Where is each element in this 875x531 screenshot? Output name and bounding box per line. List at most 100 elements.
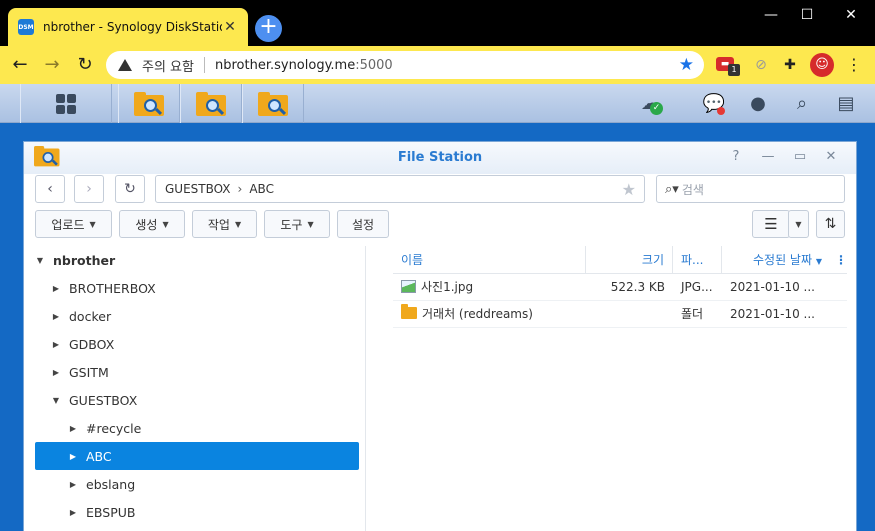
search-icon: ⌕▾	[665, 181, 679, 197]
notification-chat-icon[interactable]: 💬	[702, 92, 726, 116]
puzzle-icon[interactable]: ✚	[779, 54, 801, 76]
file-station-window: File Station ? — ▭ ✕ ‹ › ↻ GUESTBOX › AB…	[23, 141, 857, 531]
profile-avatar[interactable]: ☺	[810, 53, 834, 77]
image-file-icon	[401, 280, 416, 293]
search-placeholder: 검색	[681, 182, 704, 197]
list-header: 이름 크기 파... 수정된 날짜 ▼ ⋮	[393, 246, 847, 274]
tree-label: ABC	[86, 448, 112, 464]
sort-icon: ⇅	[824, 216, 837, 232]
minimize-window-icon[interactable]: —	[756, 4, 786, 26]
column-header-type[interactable]: 파...	[673, 246, 722, 274]
collapsed-arrow-icon[interactable]: ▶	[51, 284, 61, 293]
column-options-icon[interactable]: ⋮	[830, 246, 847, 274]
main-menu-button[interactable]	[20, 84, 112, 123]
collapsed-arrow-icon[interactable]: ▶	[68, 508, 78, 517]
notification-dot	[717, 107, 725, 115]
settings-button[interactable]: 설정	[337, 210, 389, 238]
chevron-down-icon: ▼	[307, 219, 314, 229]
security-label: 주의 요함	[142, 59, 194, 75]
file-station-icon	[196, 91, 226, 116]
file-station-task-1[interactable]	[118, 84, 180, 123]
tree-item-brotherbox[interactable]: ▶ BROTHERBOX	[35, 274, 359, 302]
close-icon[interactable]: ✕	[822, 148, 840, 166]
list-view-icon: ☰	[764, 215, 778, 233]
collapsed-arrow-icon[interactable]: ▶	[51, 340, 61, 349]
action-button[interactable]: 작업 ▼	[192, 210, 257, 238]
file-name-cell: 거래처 (reddreams)	[393, 301, 586, 328]
table-row[interactable]: 거래처 (reddreams) 폴더 2021-01-10 ...	[393, 301, 847, 328]
cloud-sync-icon[interactable]: ☁ ✓	[638, 92, 663, 116]
file-station-task-2[interactable]	[180, 84, 242, 123]
file-name-cell: 사진1.jpg	[393, 274, 586, 301]
view-options-dropdown[interactable]: ▼	[788, 210, 809, 238]
warning-icon	[118, 59, 132, 71]
url-port: :5000	[355, 57, 393, 73]
collapsed-arrow-icon[interactable]: ▶	[68, 452, 78, 461]
action-toolbar: 업로드 ▼ 생성 ▼ 작업 ▼ 도구 ▼ 설정 ☰ ▼ ⇅	[35, 210, 845, 240]
tree-root[interactable]: ▼ nbrother	[35, 246, 359, 274]
collapsed-arrow-icon[interactable]: ▶	[51, 312, 61, 321]
address-bar[interactable]: 주의 요함 nbrother.synology.me:5000 ★	[106, 51, 704, 79]
search-input[interactable]: ⌕▾ 검색	[656, 175, 845, 203]
tree-item-guestbox[interactable]: ▼ GUESTBOX	[35, 386, 359, 414]
window-header: File Station ? — ▭ ✕	[24, 142, 856, 174]
search-icon[interactable]: ⌕	[790, 92, 814, 116]
minimize-icon[interactable]: —	[759, 148, 777, 166]
breadcrumb[interactable]: GUESTBOX › ABC ★	[155, 175, 645, 203]
file-size: 522.3 KB	[610, 280, 665, 294]
bookmark-star-icon[interactable]: ★	[679, 55, 694, 75]
chevron-down-icon: ▼	[234, 219, 242, 229]
upload-label: 업로드	[51, 217, 85, 232]
close-tab-icon[interactable]: ✕	[222, 19, 238, 35]
maximize-window-icon[interactable]: ☐	[792, 4, 822, 26]
tab-title: nbrother - Synology DiskStation	[43, 20, 222, 34]
refresh-button[interactable]: ↻	[115, 175, 145, 203]
help-icon[interactable]: ?	[727, 148, 745, 166]
file-size	[586, 301, 673, 328]
create-button[interactable]: 생성 ▼	[119, 210, 185, 238]
view-list-button[interactable]: ☰	[752, 210, 790, 238]
favorite-star-icon[interactable]: ★	[622, 180, 636, 199]
reload-icon[interactable]: ↻	[74, 54, 96, 76]
file-station-icon	[258, 91, 288, 116]
upload-button[interactable]: 업로드 ▼	[35, 210, 112, 238]
extension-disabled-icon[interactable]: ⊘	[750, 54, 772, 76]
tree-item-gsitm[interactable]: ▶ GSITM	[35, 358, 359, 386]
collapsed-arrow-icon[interactable]: ▶	[68, 424, 78, 433]
new-tab-icon[interactable]: +	[255, 15, 282, 42]
maximize-icon[interactable]: ▭	[791, 148, 809, 166]
forward-arrow-icon[interactable]: →	[41, 54, 63, 76]
folder-icon	[401, 304, 417, 319]
tree-item-docker[interactable]: ▶ docker	[35, 302, 359, 330]
expanded-arrow-icon[interactable]: ▼	[35, 256, 45, 265]
collapsed-arrow-icon[interactable]: ▶	[51, 368, 61, 377]
back-button[interactable]: ‹	[35, 175, 65, 203]
tree-item-abc[interactable]: ▶ ABC	[35, 442, 359, 470]
file-modified: 2021-01-10 ...	[730, 280, 815, 294]
column-header-modified[interactable]: 수정된 날짜 ▼	[722, 246, 830, 274]
grid-menu-icon	[56, 93, 76, 114]
expanded-arrow-icon[interactable]: ▼	[51, 396, 61, 405]
widgets-icon[interactable]: ▤	[834, 92, 858, 116]
file-station-task-3[interactable]	[242, 84, 304, 123]
user-icon[interactable]: ●	[746, 92, 770, 116]
forward-button[interactable]: ›	[74, 175, 104, 203]
tools-button[interactable]: 도구 ▼	[264, 210, 330, 238]
column-header-size[interactable]: 크기	[586, 246, 673, 274]
table-row[interactable]: 사진1.jpg 522.3 KB JPG... 2021-01-10 ...	[393, 274, 847, 301]
tree-item-ebspub[interactable]: ▶ EBSPUB	[35, 498, 359, 526]
tree-item-recycle[interactable]: ▶ #recycle	[35, 414, 359, 442]
sort-button[interactable]: ⇅	[816, 210, 845, 238]
tree-item-ebslang[interactable]: ▶ ebslang	[35, 470, 359, 498]
collapsed-arrow-icon[interactable]: ▶	[68, 480, 78, 489]
column-header-name[interactable]: 이름	[393, 246, 586, 274]
browser-tab[interactable]: DSM nbrother - Synology DiskStation ✕	[8, 8, 248, 46]
close-window-icon[interactable]: ✕	[836, 4, 866, 26]
back-arrow-icon[interactable]: ←	[9, 54, 31, 76]
menu-kebab-icon[interactable]: ⋮	[843, 54, 865, 76]
check-icon: ✓	[650, 102, 663, 115]
chevron-down-icon: ▼	[795, 219, 802, 229]
tree-item-gdbox[interactable]: ▶ GDBOX	[35, 330, 359, 358]
breadcrumb-item[interactable]: ABC	[249, 182, 274, 196]
breadcrumb-item[interactable]: GUESTBOX	[165, 182, 231, 196]
